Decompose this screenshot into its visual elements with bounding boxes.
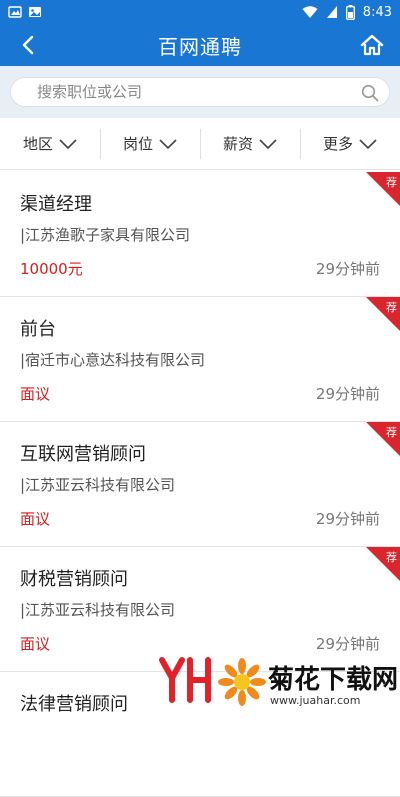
search-bar: [0, 66, 400, 118]
salary: 面议: [20, 510, 51, 528]
home-icon: [360, 34, 384, 56]
recommended-badge: 荐: [366, 297, 400, 331]
chrysanthemum-icon: [218, 658, 266, 706]
chevron-down-icon: [359, 138, 377, 149]
chevron-down-icon: [159, 138, 177, 149]
job-title: 前台: [20, 319, 56, 340]
filter-region[interactable]: 地区: [0, 118, 100, 169]
filter-label: 岗位: [122, 135, 153, 153]
back-button[interactable]: [12, 24, 44, 66]
watermark: 菊花下载网 www.juahar.com: [150, 650, 400, 711]
yh-logo-icon: [159, 657, 211, 703]
badge-text: 荐: [386, 426, 397, 439]
company-name: |宿迁市心意达科技有限公司: [20, 351, 206, 369]
chevron-left-icon: [22, 35, 34, 55]
salary: 10000元: [20, 260, 83, 278]
filter-label: 地区: [22, 135, 53, 153]
watermark-url: www.juahar.com: [270, 694, 361, 707]
company-name: |江苏渔歌子家具有限公司: [20, 226, 191, 244]
filter-bar: 地区 岗位 薪资 更多: [0, 118, 400, 170]
badge-text: 荐: [386, 551, 397, 564]
salary: 面议: [20, 385, 51, 403]
job-title: 互联网营销顾问: [20, 444, 146, 465]
signal-icon: [326, 6, 337, 18]
company-name: |江苏亚云科技有限公司: [20, 476, 176, 494]
filter-label: 更多: [322, 135, 353, 153]
battery-icon: [345, 4, 355, 20]
job-title: 财税营销顾问: [20, 569, 128, 590]
filter-more[interactable]: 更多: [300, 118, 400, 169]
salary: 面议: [20, 635, 51, 653]
recommended-badge: 荐: [366, 547, 400, 581]
job-title: 渠道经理: [20, 194, 92, 215]
recommended-badge: 荐: [366, 422, 400, 456]
badge-text: 荐: [386, 301, 397, 314]
company-name: |江苏亚云科技有限公司: [20, 601, 176, 619]
filter-label: 薪资: [222, 135, 253, 153]
chevron-down-icon: [259, 138, 277, 149]
gallery-icon: [8, 6, 22, 18]
filter-position[interactable]: 岗位: [100, 118, 200, 169]
job-card[interactable]: 互联网营销顾问 |江苏亚云科技有限公司 面议 29分钟前 荐: [0, 422, 400, 547]
image-icon: [29, 7, 41, 17]
badge-text: 荐: [386, 176, 397, 189]
chevron-down-icon: [59, 138, 77, 149]
status-bar: 8:43: [0, 0, 400, 24]
page-title: 百网通聘: [158, 34, 242, 59]
notification-icons: [8, 5, 42, 19]
post-time: 29分钟前: [315, 260, 380, 278]
recommended-badge: 荐: [366, 172, 400, 206]
search-input[interactable]: [37, 83, 357, 101]
search-box[interactable]: [10, 77, 390, 107]
wifi-icon: [302, 5, 318, 18]
status-time: 8:43: [362, 4, 392, 20]
post-time: 29分钟前: [315, 385, 380, 403]
home-button[interactable]: [356, 24, 388, 66]
search-icon[interactable]: [361, 84, 379, 102]
job-card[interactable]: 渠道经理 |江苏渔歌子家具有限公司 10000元 29分钟前 荐: [0, 172, 400, 297]
post-time: 29分钟前: [315, 510, 380, 528]
job-card[interactable]: 前台 |宿迁市心意达科技有限公司 面议 29分钟前 荐: [0, 297, 400, 422]
watermark-name: 菊花下载网: [268, 665, 399, 695]
filter-salary[interactable]: 薪资: [200, 118, 300, 169]
app-bar: 百网通聘: [0, 24, 400, 66]
